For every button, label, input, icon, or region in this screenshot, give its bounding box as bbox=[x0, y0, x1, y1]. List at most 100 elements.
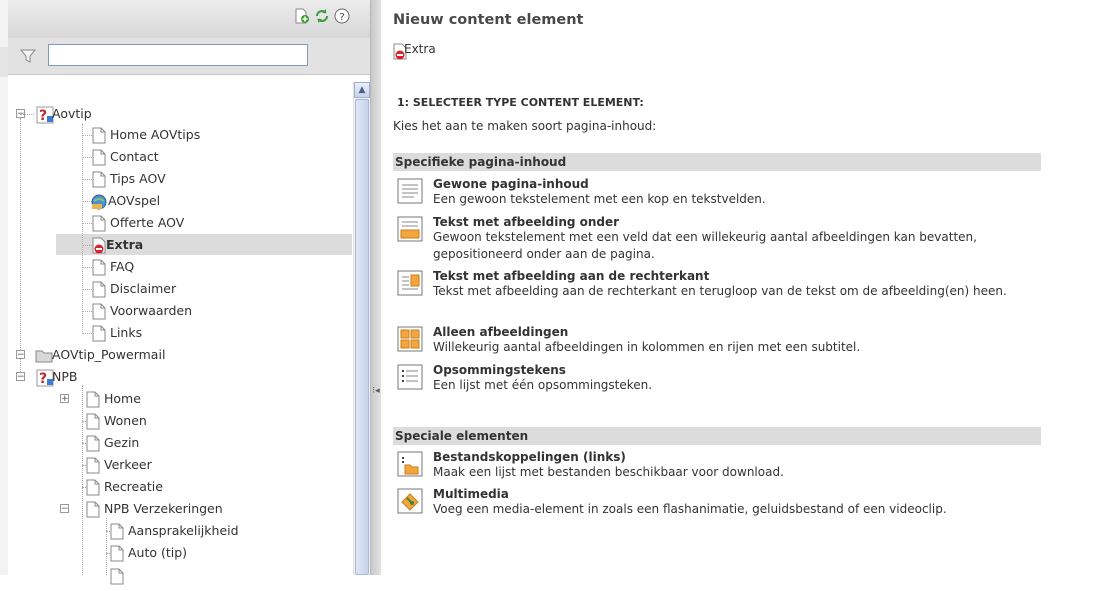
page-icon bbox=[86, 435, 100, 452]
tree-item-label: Home bbox=[104, 391, 141, 406]
collapse-icon[interactable]: − bbox=[16, 372, 25, 382]
filter-icon[interactable] bbox=[19, 48, 37, 64]
tree-item-label: FAQ bbox=[110, 259, 135, 274]
page-tree-panel: ? ▲ − ? Aovtip Home AOVtips Contact Tips… bbox=[8, 0, 370, 585]
tree-item-label: Offerte AOV bbox=[110, 215, 185, 230]
tree-item-label: AOVtip_Powermail bbox=[52, 347, 166, 362]
collapse-icon[interactable]: − bbox=[60, 504, 69, 514]
ce-option-description: Een lijst met één opsommingsteken. bbox=[433, 378, 653, 392]
ce-option-bullets[interactable]: Opsommingstekens Een lijst met één opsom… bbox=[397, 363, 1047, 394]
page-icon bbox=[92, 325, 106, 342]
tree-item-npb[interactable]: − ? NPB bbox=[8, 367, 308, 387]
file-links-icon bbox=[397, 451, 423, 477]
tree-item-label: Auto (tip) bbox=[128, 545, 188, 560]
tree-item-voorwaarden[interactable]: Voorwaarden bbox=[8, 301, 308, 321]
missing-page-icon: ? bbox=[36, 369, 54, 387]
new-page-icon[interactable] bbox=[294, 8, 310, 24]
ce-option-description: Een gewoon tekstelement met een kop en t… bbox=[433, 192, 766, 206]
ce-option-title: Tekst met afbeelding aan de rechterkant bbox=[433, 269, 710, 283]
missing-page-icon: ? bbox=[36, 106, 54, 124]
ce-option-file-links[interactable]: Bestandskoppelingen (links) Maak een lij… bbox=[397, 450, 1047, 481]
collapse-panel-icon[interactable]: ⁝◂ bbox=[371, 384, 381, 398]
page-icon bbox=[92, 215, 106, 232]
text-image-right-icon bbox=[397, 270, 423, 296]
page-icon bbox=[92, 149, 106, 166]
tree-item-home-aovtips[interactable]: Home AOVtips bbox=[8, 125, 308, 145]
page-icon bbox=[110, 568, 124, 585]
ce-option-images-only[interactable]: Alleen afbeeldingen Willekeurig aantal a… bbox=[397, 325, 1047, 356]
help-icon[interactable]: ? bbox=[334, 8, 350, 24]
step-heading: 1: SELECTEER TYPE CONTENT ELEMENT: bbox=[397, 96, 644, 109]
tree-item-links[interactable]: Links bbox=[8, 323, 308, 343]
page-icon bbox=[110, 545, 124, 562]
ce-option-title: Opsommingstekens bbox=[433, 363, 566, 377]
page-icon bbox=[92, 127, 106, 144]
ce-option-description: Gewoon tekstelement met een veld dat een… bbox=[433, 230, 977, 261]
collapse-icon[interactable]: − bbox=[16, 350, 25, 360]
tree-item-label: Aansprakelijkheid bbox=[128, 523, 239, 538]
page-icon bbox=[92, 281, 106, 298]
tree-item-aovtip[interactable]: − ? Aovtip bbox=[8, 104, 308, 124]
tree-item-label: Extra bbox=[106, 237, 144, 252]
tree-item-label: Contact bbox=[110, 149, 159, 164]
tree-item-aovtip-powermail[interactable]: − AOVtip_Powermail bbox=[8, 345, 308, 365]
tree-item-label: Disclaimer bbox=[110, 281, 177, 296]
page-icon bbox=[86, 479, 100, 496]
tree-item-label: Aovtip bbox=[52, 106, 92, 121]
tree-item-contact[interactable]: Contact bbox=[8, 147, 308, 167]
tree-item-auto-tip[interactable]: Auto (tip) bbox=[8, 543, 308, 563]
ce-option-multimedia[interactable]: Multimedia Voeg een media-element in zoa… bbox=[397, 487, 1047, 534]
page-icon bbox=[86, 457, 100, 474]
folder-icon bbox=[35, 349, 53, 366]
section-heading-specific: Specifieke pagina-inhoud bbox=[393, 153, 1041, 171]
ce-option-description: Tekst met afbeelding aan de rechterkant … bbox=[433, 284, 1007, 298]
tree-item-label: Links bbox=[110, 325, 143, 340]
scroll-up-icon[interactable]: ▲ bbox=[354, 82, 370, 98]
ce-option-text-image-right[interactable]: Tekst met afbeelding aan de rechterkant … bbox=[397, 269, 1047, 316]
tree-toolbar: ? bbox=[8, 0, 370, 39]
svg-text:?: ? bbox=[39, 371, 47, 387]
tree-item-home[interactable]: + Home bbox=[8, 389, 308, 409]
tree-item-wonen[interactable]: Wonen bbox=[8, 411, 308, 431]
page-icon bbox=[92, 171, 106, 188]
tree-item-disclaimer[interactable]: Disclaimer bbox=[8, 279, 308, 299]
ce-option-title: Multimedia bbox=[433, 487, 509, 501]
tree-item-npb-verzekeringen[interactable]: − NPB Verzekeringen bbox=[8, 499, 308, 519]
section-heading-special: Speciale elementen bbox=[393, 427, 1041, 445]
tree-item-tips-aov[interactable]: Tips AOV bbox=[8, 169, 308, 189]
tree-item-label: Tips AOV bbox=[110, 171, 166, 186]
tree-item-extra[interactable]: Extra bbox=[8, 235, 308, 255]
page-title: Nieuw content element bbox=[393, 12, 584, 28]
tree-item-aovspel[interactable]: AOVspel bbox=[8, 191, 308, 211]
tree-item-aansprakelijkheid[interactable]: Aansprakelijkheid bbox=[8, 521, 308, 541]
tree-item-verkeer[interactable]: Verkeer bbox=[8, 455, 308, 475]
scroll-thumb[interactable] bbox=[355, 99, 369, 575]
ce-option-text[interactable]: Gewone pagina-inhoud Een gewoon tekstele… bbox=[397, 177, 1047, 208]
tree-scrollbar[interactable]: ▲ bbox=[353, 82, 370, 575]
tree-item-label: Recreatie bbox=[104, 479, 163, 494]
ce-option-title: Alleen afbeeldingen bbox=[433, 325, 569, 339]
page-icon bbox=[86, 391, 100, 408]
svg-text:?: ? bbox=[339, 12, 344, 23]
page-icon bbox=[86, 501, 100, 518]
refresh-icon[interactable] bbox=[314, 8, 330, 24]
external-url-page-icon bbox=[90, 193, 107, 210]
tree-item-label: Voorwaarden bbox=[110, 303, 193, 318]
tree-item-recreatie[interactable]: Recreatie bbox=[8, 477, 308, 497]
ce-option-text-image-below[interactable]: Tekst met afbeelding onder Gewoon tekste… bbox=[397, 215, 1047, 262]
tree-item-partial[interactable] bbox=[8, 566, 308, 586]
text-element-icon bbox=[397, 178, 423, 204]
filter-input[interactable] bbox=[48, 44, 308, 66]
tree-item-label: Gezin bbox=[104, 435, 140, 450]
svg-text:?: ? bbox=[39, 108, 47, 124]
tree-item-gezin[interactable]: Gezin bbox=[8, 433, 308, 453]
tree-item-offerte-aov[interactable]: Offerte AOV bbox=[8, 213, 308, 233]
expand-icon[interactable]: + bbox=[60, 394, 69, 404]
ce-option-title: Tekst met afbeelding onder bbox=[433, 215, 620, 229]
ce-option-description: Voeg een media-element in zoals een flas… bbox=[433, 502, 947, 516]
tree-item-label: NPB bbox=[52, 369, 78, 384]
page-icon bbox=[86, 413, 100, 430]
hidden-page-icon bbox=[92, 237, 106, 254]
tree-item-faq[interactable]: FAQ bbox=[8, 257, 308, 277]
page-icon bbox=[92, 259, 106, 276]
